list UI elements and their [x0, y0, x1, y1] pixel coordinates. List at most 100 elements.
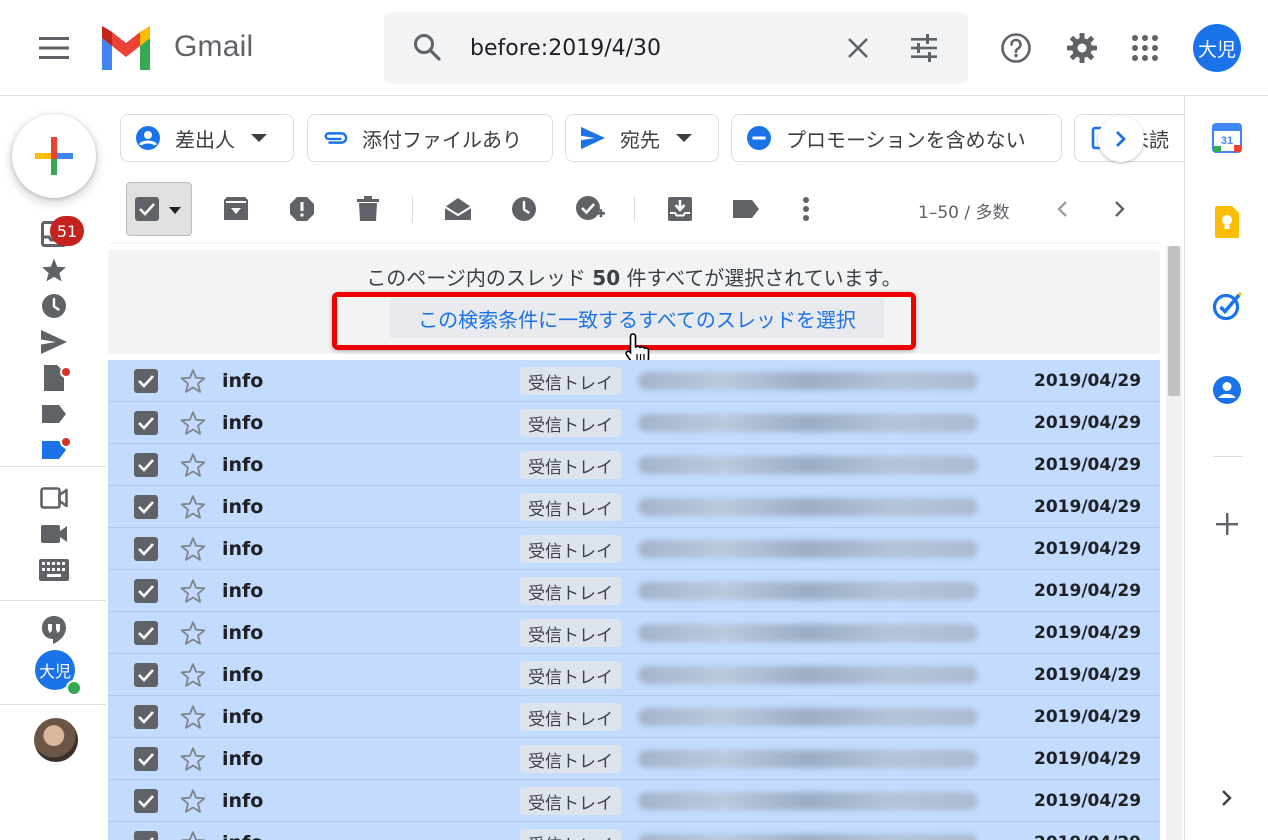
- chip-to[interactable]: 宛先: [565, 114, 719, 162]
- chips-next-button[interactable]: [1098, 116, 1144, 162]
- row-checkbox[interactable]: [134, 453, 158, 477]
- gmail-logo-icon[interactable]: [98, 26, 154, 70]
- inbox-label-badge[interactable]: 受信トレイ: [520, 367, 621, 395]
- older-page-button[interactable]: [1104, 193, 1136, 225]
- main-menu-button[interactable]: [36, 30, 72, 66]
- email-subject-redacted: [638, 372, 978, 390]
- star-button[interactable]: [178, 366, 208, 396]
- labels-button[interactable]: [730, 193, 762, 225]
- move-to-button[interactable]: [664, 193, 696, 225]
- report-spam-button[interactable]: [286, 193, 318, 225]
- star-button[interactable]: [178, 702, 208, 732]
- email-row[interactable]: info 受信トレイ 2019/04/29: [108, 822, 1160, 840]
- row-checkbox[interactable]: [134, 831, 158, 840]
- meet-join-nav[interactable]: [38, 518, 70, 550]
- hangouts-nav[interactable]: [38, 614, 70, 646]
- row-checkbox[interactable]: [134, 663, 158, 687]
- inbox-label-badge[interactable]: 受信トレイ: [520, 745, 621, 773]
- select-all-dropdown[interactable]: [126, 182, 192, 236]
- meet-new-nav[interactable]: [38, 482, 70, 514]
- inbox-label-badge[interactable]: 受信トレイ: [520, 619, 621, 647]
- star-button[interactable]: [178, 660, 208, 690]
- support-button[interactable]: [998, 30, 1034, 66]
- inbox-label-badge[interactable]: 受信トレイ: [520, 535, 621, 563]
- calendar-addon[interactable]: 31: [1211, 122, 1243, 154]
- email-row[interactable]: info 受信トレイ 2019/04/29: [108, 612, 1160, 654]
- label-nav[interactable]: [38, 398, 70, 430]
- row-checkbox[interactable]: [134, 789, 158, 813]
- inbox-label-badge[interactable]: 受信トレイ: [520, 661, 621, 689]
- email-row[interactable]: info 受信トレイ 2019/04/29: [108, 486, 1160, 528]
- star-button[interactable]: [178, 786, 208, 816]
- archive-button[interactable]: [220, 193, 252, 225]
- star-button[interactable]: [178, 450, 208, 480]
- keep-addon[interactable]: [1211, 206, 1243, 238]
- row-checkbox[interactable]: [134, 495, 158, 519]
- account-avatar[interactable]: 大児: [1193, 24, 1241, 72]
- inbox-label-badge[interactable]: 受信トレイ: [520, 451, 621, 479]
- add-to-tasks-button[interactable]: [574, 193, 606, 225]
- email-row[interactable]: info 受信トレイ 2019/04/29: [108, 780, 1160, 822]
- row-checkbox[interactable]: [134, 621, 158, 645]
- inbox-label-badge[interactable]: 受信トレイ: [520, 409, 621, 437]
- show-side-panel-button[interactable]: [1211, 782, 1243, 814]
- clear-search-button[interactable]: [842, 32, 874, 64]
- inbox-label-badge[interactable]: 受信トレイ: [520, 787, 621, 815]
- rail-divider-2: [0, 600, 106, 601]
- row-checkbox[interactable]: [134, 369, 158, 393]
- list-scrollbar[interactable]: [1166, 246, 1182, 840]
- snoozed-nav[interactable]: [38, 290, 70, 322]
- row-checkbox[interactable]: [134, 537, 158, 561]
- star-button[interactable]: [178, 576, 208, 606]
- star-outline-icon: [180, 411, 206, 435]
- star-button[interactable]: [178, 828, 208, 840]
- newer-page-button[interactable]: [1046, 193, 1078, 225]
- star-button[interactable]: [178, 618, 208, 648]
- chip-exclude-promotions[interactable]: プロモーションを含めない: [731, 114, 1062, 162]
- email-row[interactable]: info 受信トレイ 2019/04/29: [108, 360, 1160, 402]
- row-checkbox[interactable]: [134, 411, 158, 435]
- inbox-label-badge[interactable]: 受信トレイ: [520, 829, 621, 840]
- contacts-addon[interactable]: [1211, 374, 1243, 406]
- star-button[interactable]: [178, 534, 208, 564]
- add-task-icon: [576, 196, 605, 220]
- email-row[interactable]: info 受信トレイ 2019/04/29: [108, 444, 1160, 486]
- inbox-label-badge[interactable]: 受信トレイ: [520, 493, 621, 521]
- settings-button[interactable]: [1064, 30, 1100, 66]
- video-outline-icon: [40, 487, 68, 509]
- row-checkbox[interactable]: [134, 579, 158, 603]
- google-apps-button[interactable]: [1127, 30, 1163, 66]
- email-row[interactable]: info 受信トレイ 2019/04/29: [108, 402, 1160, 444]
- email-row[interactable]: info 受信トレイ 2019/04/29: [108, 738, 1160, 780]
- contact-photo-avatar[interactable]: [34, 718, 78, 762]
- search-icon[interactable]: [412, 32, 444, 64]
- inbox-label-badge[interactable]: 受信トレイ: [520, 703, 621, 731]
- snooze-button[interactable]: [508, 193, 540, 225]
- compose-button[interactable]: [12, 114, 96, 198]
- sent-nav[interactable]: [38, 326, 70, 358]
- row-checkbox[interactable]: [134, 747, 158, 771]
- inbox-label-badge[interactable]: 受信トレイ: [520, 577, 621, 605]
- select-all-checkbox[interactable]: [135, 197, 159, 221]
- email-row[interactable]: info 受信トレイ 2019/04/29: [108, 528, 1160, 570]
- mark-as-read-button[interactable]: [442, 193, 474, 225]
- star-button[interactable]: [178, 492, 208, 522]
- row-checkbox[interactable]: [134, 705, 158, 729]
- chip-has-attachment[interactable]: 添付ファイルあり: [307, 114, 553, 162]
- tasks-addon[interactable]: [1211, 290, 1243, 322]
- search-input[interactable]: [470, 32, 810, 64]
- email-row[interactable]: info 受信トレイ 2019/04/29: [108, 654, 1160, 696]
- chip-from[interactable]: 差出人: [120, 114, 294, 162]
- delete-button[interactable]: [352, 193, 384, 225]
- keyboard-nav[interactable]: [38, 554, 70, 586]
- star-button[interactable]: [178, 408, 208, 438]
- get-addons-button[interactable]: [1211, 508, 1243, 540]
- search-options-button[interactable]: [908, 32, 940, 64]
- starred-nav[interactable]: [38, 254, 70, 286]
- rail-divider-3: [0, 704, 106, 705]
- star-button[interactable]: [178, 744, 208, 774]
- email-row[interactable]: info 受信トレイ 2019/04/29: [108, 570, 1160, 612]
- scroll-thumb[interactable]: [1168, 246, 1180, 396]
- more-actions-button[interactable]: [790, 193, 822, 225]
- email-row[interactable]: info 受信トレイ 2019/04/29: [108, 696, 1160, 738]
